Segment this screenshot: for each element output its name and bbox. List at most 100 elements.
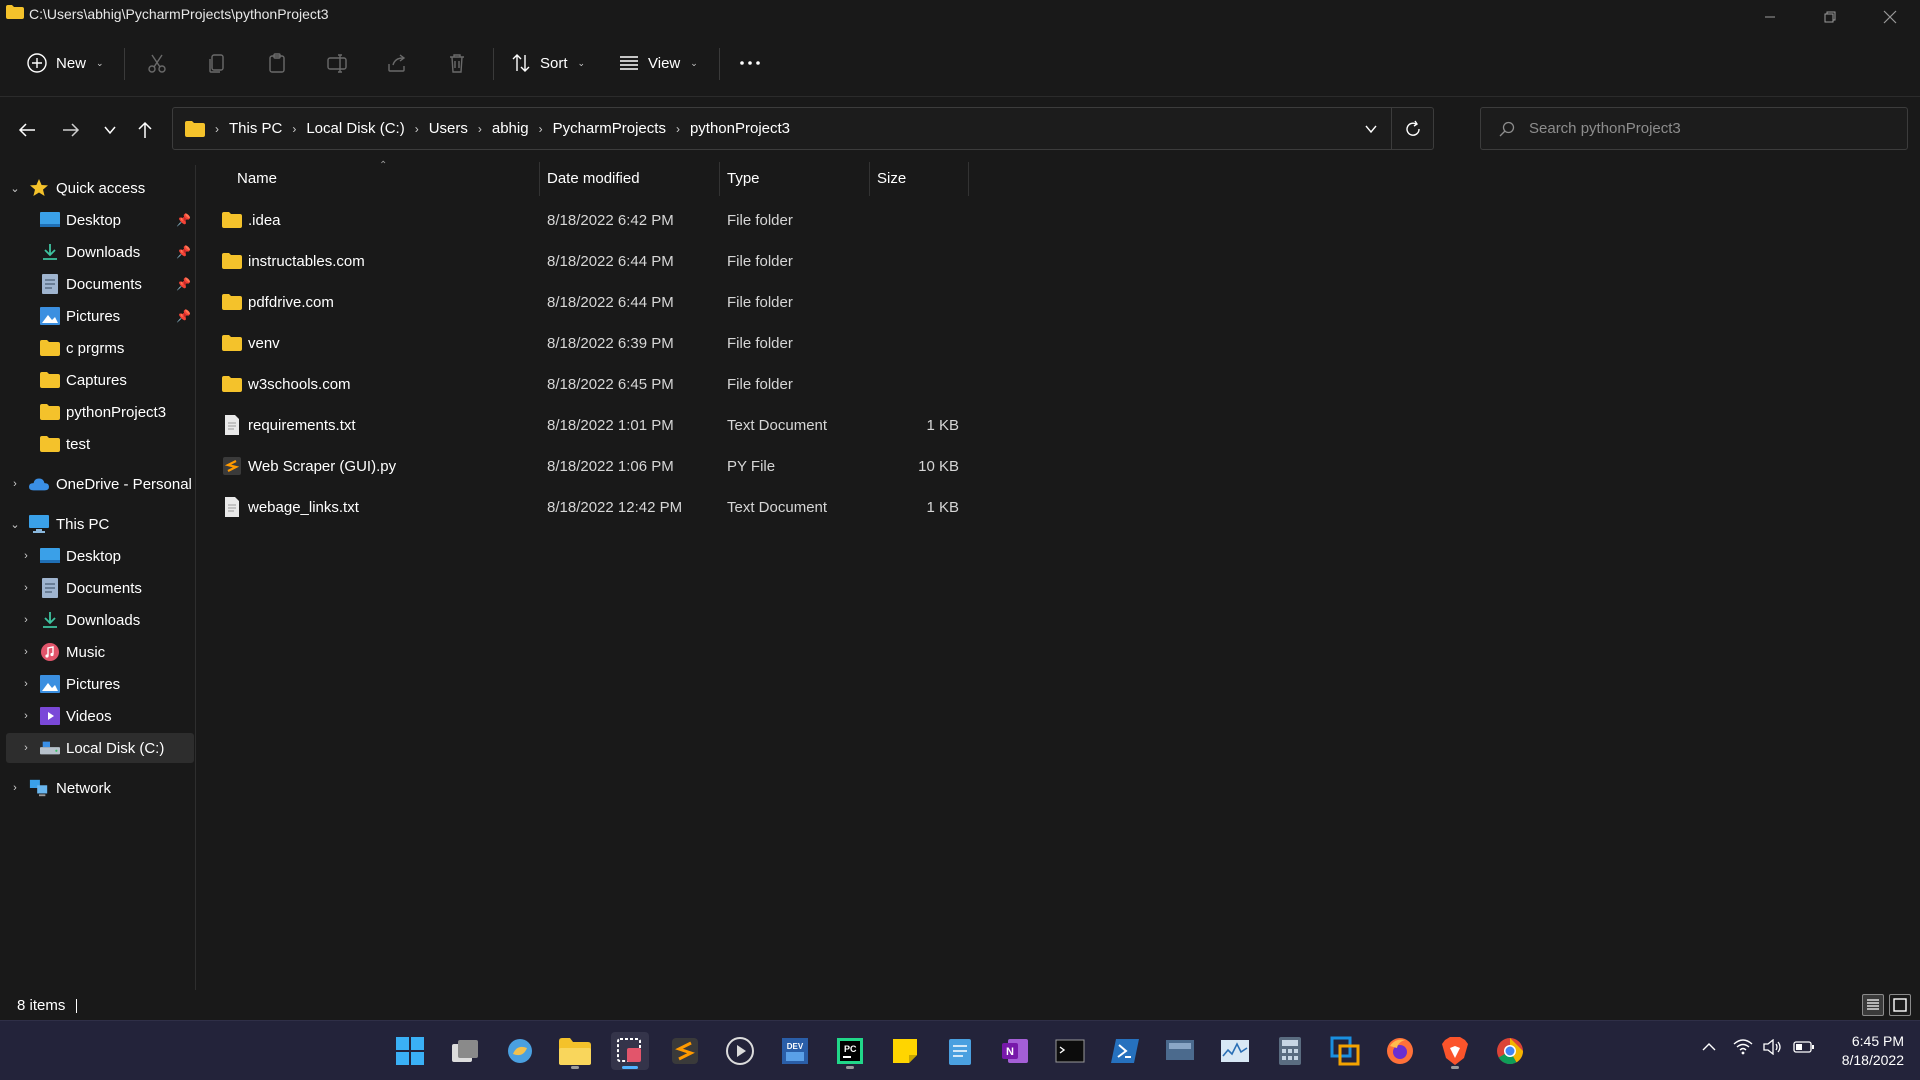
sidebar-item-downloads[interactable]: Downloads 📌 <box>6 237 194 267</box>
column-resize-handle[interactable] <box>968 162 969 196</box>
chevron-right-icon[interactable]: › <box>19 646 33 658</box>
sidebar-item-pc-desktop[interactable]: › Desktop <box>6 541 194 571</box>
taskbar-powershell[interactable] <box>1106 1032 1144 1070</box>
file-row[interactable]: instructables.com 8/18/2022 6:44 PM File… <box>208 241 968 282</box>
sidebar-item-test[interactable]: test <box>6 429 194 459</box>
column-resize-handle[interactable] <box>719 162 720 196</box>
chevron-right-icon[interactable]: › <box>19 550 33 562</box>
column-header-type[interactable]: Type <box>727 160 760 196</box>
sidebar-item-desktop[interactable]: Desktop 📌 <box>6 205 194 235</box>
taskbar-pycharm[interactable]: PC <box>831 1032 869 1070</box>
chevron-right-icon[interactable]: › <box>8 478 22 490</box>
chevron-right-icon[interactable]: › <box>19 614 33 626</box>
widgets-button[interactable] <box>501 1032 539 1070</box>
restore-button[interactable] <box>1800 0 1860 34</box>
sidebar-item-local-disk[interactable]: › Local Disk (C:) <box>6 733 194 763</box>
taskbar-calculator[interactable] <box>1271 1032 1309 1070</box>
task-view-button[interactable] <box>446 1032 484 1070</box>
sidebar-item-pc-pictures[interactable]: › Pictures <box>6 669 194 699</box>
show-hidden-icons-button[interactable] <box>1701 1039 1717 1060</box>
back-button[interactable] <box>12 115 42 145</box>
address-bar[interactable]: › This PC › Local Disk (C:) › Users › ab… <box>172 107 1434 150</box>
chevron-down-icon[interactable]: ⌄ <box>8 518 22 531</box>
column-header-name[interactable]: Name <box>237 160 277 196</box>
chevron-right-icon[interactable]: › <box>19 742 33 754</box>
taskbar-resource-monitor[interactable] <box>1216 1032 1254 1070</box>
chevron-right-icon[interactable]: › <box>672 122 684 136</box>
sidebar-item-pc-documents[interactable]: › Documents <box>6 573 194 603</box>
sidebar-item-c-prgrms[interactable]: c prgrms <box>6 333 194 363</box>
pin-icon[interactable]: 📌 <box>176 309 191 323</box>
new-button[interactable]: New ⌄ <box>18 46 112 80</box>
taskbar-snipping-tool[interactable] <box>611 1032 649 1070</box>
sidebar-item-this-pc[interactable]: ⌄ This PC <box>6 509 194 539</box>
sidebar-item-pc-downloads[interactable]: › Downloads <box>6 605 194 635</box>
refresh-button[interactable] <box>1391 108 1433 149</box>
chevron-right-icon[interactable]: › <box>19 582 33 594</box>
sidebar-item-pc-music[interactable]: › Music <box>6 637 194 667</box>
column-header-date-modified[interactable]: Date modified <box>547 160 640 196</box>
chevron-right-icon[interactable]: › <box>8 782 22 794</box>
chevron-right-icon[interactable]: › <box>411 122 423 136</box>
cut-button[interactable] <box>144 50 170 76</box>
sidebar-item-pc-videos[interactable]: › Videos <box>6 701 194 731</box>
paste-button[interactable] <box>264 50 290 76</box>
chevron-right-icon[interactable]: › <box>19 710 33 722</box>
breadcrumb-this-pc[interactable]: This PC <box>223 120 288 137</box>
file-row[interactable]: requirements.txt 8/18/2022 1:01 PM Text … <box>208 405 968 446</box>
chevron-right-icon[interactable]: › <box>19 678 33 690</box>
breadcrumb-local-disk[interactable]: Local Disk (C:) <box>300 120 410 137</box>
taskbar-brave[interactable] <box>1436 1032 1474 1070</box>
breadcrumb-abhig[interactable]: abhig <box>486 120 535 137</box>
file-row[interactable]: webage_links.txt 8/18/2022 12:42 PM Text… <box>208 487 968 528</box>
taskbar-dev-cpp[interactable]: DEV <box>776 1032 814 1070</box>
recent-locations-button[interactable] <box>95 115 125 145</box>
share-button[interactable] <box>384 50 410 76</box>
sidebar-item-captures[interactable]: Captures <box>6 365 194 395</box>
up-button[interactable] <box>130 115 160 145</box>
volume-control[interactable] <box>1763 1038 1783 1060</box>
sidebar-item-network[interactable]: › Network <box>6 773 194 803</box>
chevron-down-icon[interactable]: ⌄ <box>8 182 22 195</box>
file-row[interactable]: pdfdrive.com 8/18/2022 6:44 PM File fold… <box>208 282 968 323</box>
address-history-button[interactable] <box>1351 108 1391 149</box>
taskbar-media-player[interactable] <box>721 1032 759 1070</box>
start-button[interactable] <box>391 1032 429 1070</box>
pin-icon[interactable]: 📌 <box>176 277 191 291</box>
chevron-right-icon[interactable]: › <box>474 122 486 136</box>
forward-button[interactable] <box>56 115 86 145</box>
breadcrumb-pycharmprojects[interactable]: PycharmProjects <box>547 120 672 137</box>
delete-button[interactable] <box>444 50 470 76</box>
taskbar-ssh-client[interactable] <box>1161 1032 1199 1070</box>
rename-button[interactable] <box>324 50 350 76</box>
file-row[interactable]: w3schools.com 8/18/2022 6:45 PM File fol… <box>208 364 968 405</box>
breadcrumb-users[interactable]: Users <box>423 120 474 137</box>
details-view-button[interactable] <box>1862 994 1884 1016</box>
search-input[interactable] <box>1529 120 1889 137</box>
large-icons-view-button[interactable] <box>1889 994 1911 1016</box>
column-resize-handle[interactable] <box>869 162 870 196</box>
wifi-status[interactable] <box>1733 1039 1753 1060</box>
taskbar-terminal[interactable] <box>1051 1032 1089 1070</box>
chevron-right-icon[interactable]: › <box>288 122 300 136</box>
file-row[interactable]: Web Scraper (GUI).py 8/18/2022 1:06 PM P… <box>208 446 968 487</box>
view-button[interactable]: View ⌄ <box>610 46 706 80</box>
more-options-button[interactable] <box>730 46 770 80</box>
chevron-right-icon[interactable]: › <box>535 122 547 136</box>
sort-button[interactable]: Sort ⌄ <box>502 46 593 80</box>
close-button[interactable] <box>1860 0 1920 34</box>
column-header-size[interactable]: Size <box>877 160 906 196</box>
minimize-button[interactable] <box>1740 0 1800 34</box>
taskbar-sticky-notes[interactable] <box>886 1032 924 1070</box>
sidebar-item-onedrive[interactable]: › OneDrive - Personal <box>6 469 194 499</box>
taskbar-chrome[interactable] <box>1491 1032 1529 1070</box>
battery-status[interactable] <box>1793 1039 1815 1060</box>
column-resize-handle[interactable] <box>539 162 540 196</box>
pin-icon[interactable]: 📌 <box>176 213 191 227</box>
taskbar-sublime-text[interactable] <box>666 1032 704 1070</box>
copy-button[interactable] <box>204 50 230 76</box>
taskbar-virtualbox[interactable] <box>1326 1032 1364 1070</box>
file-row[interactable]: .idea 8/18/2022 6:42 PM File folder <box>208 200 968 241</box>
clock[interactable]: 6:45 PM 8/18/2022 <box>1824 1032 1904 1070</box>
taskbar-notepad[interactable] <box>941 1032 979 1070</box>
